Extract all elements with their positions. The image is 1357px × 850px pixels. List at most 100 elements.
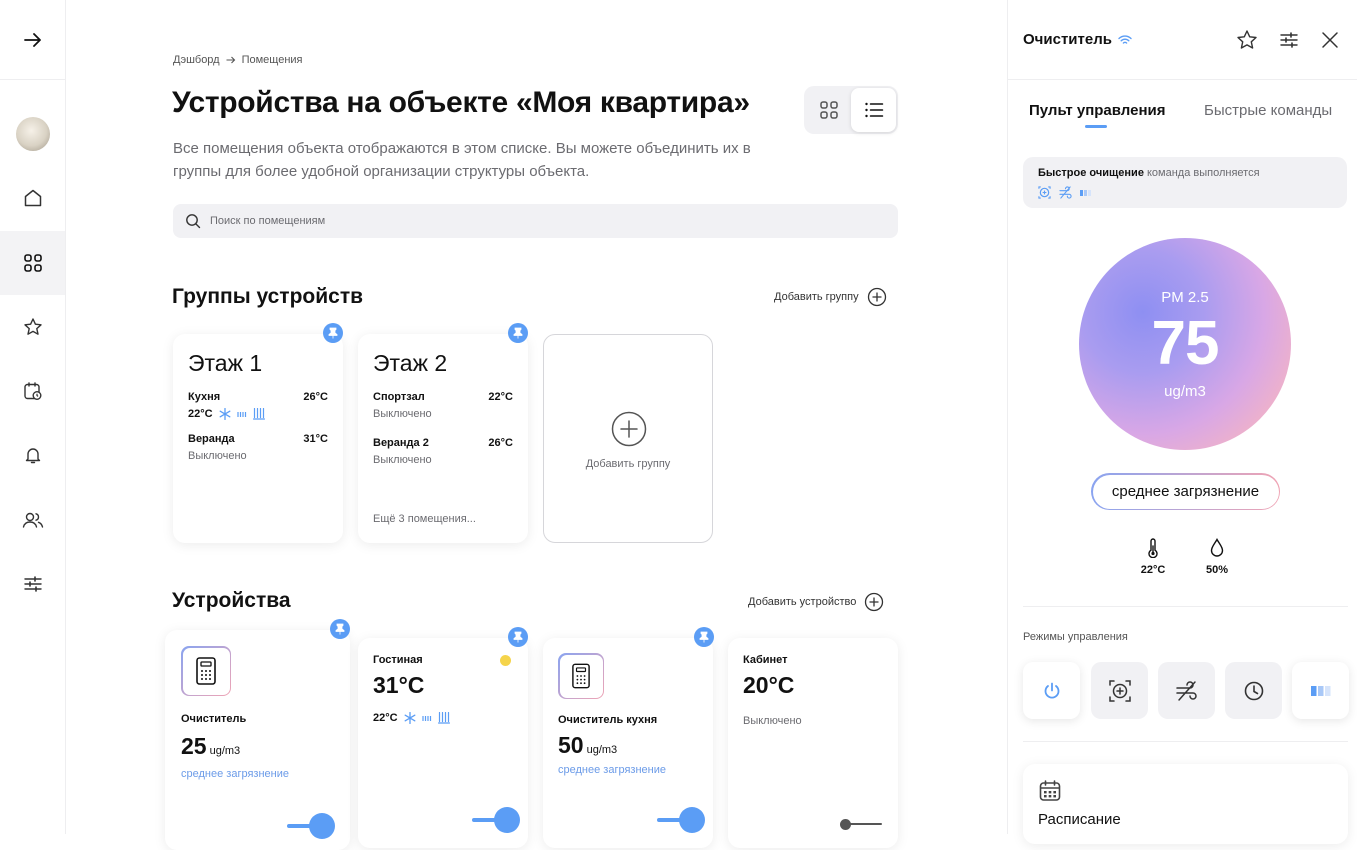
nav-settings[interactable] (0, 552, 65, 616)
page-description: Все помещения объекта отображаются в это… (173, 140, 751, 180)
arrow-right-icon (23, 33, 41, 47)
fan-speed-icon (1310, 685, 1330, 696)
device-status: среднее загрязнение (181, 768, 289, 780)
devices-heading: Устройства (172, 589, 291, 612)
device-toggle[interactable] (834, 811, 882, 837)
room-current-temp: 22°C (188, 408, 213, 420)
view-toggle (804, 86, 898, 134)
pin-icon (513, 327, 523, 339)
favorite-button[interactable] (1235, 28, 1259, 52)
device-unit: ug/m3 (586, 744, 618, 756)
room-temp: 22°C (488, 391, 513, 403)
more-rooms-link[interactable]: Ещё 3 помещения... (373, 513, 476, 525)
wind-off-mode-button[interactable] (1158, 662, 1215, 719)
breadcrumb: Дэшборд Помещения (173, 54, 303, 66)
search-input[interactable] (210, 215, 810, 227)
snowflake-icon (219, 408, 231, 420)
schedule-card[interactable]: Расписание (1023, 764, 1348, 844)
room-name: Кухня (188, 391, 221, 403)
add-group-card[interactable]: Добавить группу (543, 334, 713, 543)
list-icon (864, 102, 883, 118)
nav-favorites[interactable] (0, 295, 65, 359)
add-group-label: Добавить группу (774, 291, 859, 303)
drop-icon (1210, 538, 1224, 557)
pollution-label: среднее загрязнение (1092, 474, 1279, 509)
power-icon (1044, 682, 1059, 699)
page-title: Устройства на объекте «Моя квартира» (172, 86, 750, 119)
device-card[interactable]: Кабинет 20°C Выключено (728, 638, 898, 848)
panel-title-text: Очиститель (1023, 31, 1112, 48)
status-dot (500, 655, 511, 666)
list-view-button[interactable] (851, 88, 896, 132)
main-content: Дэшборд Помещения Устройства на объекте … (66, 0, 1007, 850)
device-name: Гостиная (373, 654, 423, 666)
device-panel: Очиститель Пульт управления Быстрые кома… (1007, 0, 1357, 844)
purifier-icon (196, 657, 216, 685)
device-name: Очиститель (181, 713, 247, 725)
pin-icon (335, 623, 345, 635)
tab-quick-commands[interactable]: Быстрые команды (1204, 102, 1332, 119)
pin-badge[interactable] (694, 627, 714, 647)
star-icon (23, 318, 42, 335)
pin-icon (513, 631, 523, 643)
add-group-link[interactable]: Добавить группу (774, 287, 887, 307)
breadcrumb-home[interactable]: Дэшборд (173, 54, 220, 66)
device-toggle[interactable] (657, 807, 705, 833)
power-mode-button[interactable] (1023, 662, 1080, 719)
tab-remote[interactable]: Пульт управления (1029, 102, 1166, 119)
wind-off-icon (1175, 680, 1197, 701)
quick-command-label: Быстрое очищение (1038, 167, 1144, 179)
close-button[interactable] (1318, 28, 1342, 52)
modes-label: Режимы управления (1023, 631, 1128, 643)
settings-button[interactable] (1277, 28, 1301, 52)
pin-badge[interactable] (508, 323, 528, 343)
purifier-icon-box (558, 653, 604, 699)
expand-button[interactable] (0, 8, 65, 72)
device-card[interactable]: Очиститель кухня 50 ug/m3 среднее загрязн… (543, 638, 713, 848)
breadcrumb-current: Помещения (241, 54, 303, 66)
timer-mode-button[interactable] (1225, 662, 1282, 719)
purifier-icon-box (181, 646, 231, 696)
humidity-value: 50% (1205, 564, 1229, 576)
device-name: Кабинет (743, 654, 788, 666)
device-toggle[interactable] (472, 807, 520, 833)
avatar[interactable] (0, 102, 65, 166)
group-card[interactable]: Этаж 2 Спортзал 22°C Выключено Веранда 2 2… (358, 334, 528, 543)
sliders-icon (1280, 32, 1298, 48)
device-card[interactable]: Очиститель 25 ug/m3 среднее загрязнение (165, 630, 350, 850)
fan-speed-button[interactable] (1292, 662, 1349, 719)
avatar-image (15, 117, 50, 151)
device-value: 31°C (373, 672, 425, 698)
grid-view-button[interactable] (806, 88, 851, 132)
device-name: Очиститель кухня (558, 714, 658, 726)
sliders-icon (23, 576, 42, 592)
pm-unit: ug/m3 (1164, 383, 1206, 400)
heater-icon (437, 712, 450, 724)
quick-command-state: команда выполняется (1147, 167, 1260, 179)
pin-badge[interactable] (508, 627, 528, 647)
nav-schedule[interactable] (0, 359, 65, 423)
device-value: 50 ug/m3 (558, 732, 618, 758)
pin-badge[interactable] (330, 619, 350, 639)
group-title: Этаж 2 (373, 350, 448, 376)
auto-mode-button[interactable] (1091, 662, 1148, 719)
wind-off-icon (1059, 186, 1072, 199)
humidity-metric: 50% (1197, 538, 1237, 576)
room-temp: 26°C (488, 437, 513, 449)
add-device-link[interactable]: Добавить устройство (748, 592, 884, 612)
snowflake-icon (404, 712, 416, 724)
pin-badge[interactable] (323, 323, 343, 343)
nav-devices[interactable] (0, 231, 65, 295)
star-icon (1237, 30, 1257, 49)
group-card[interactable]: Этаж 1 Кухня 26°C 22°C Веранда 31°C Выключ… (173, 334, 343, 543)
nav-notifications[interactable] (0, 423, 65, 487)
device-toggle[interactable] (287, 813, 335, 839)
device-status: среднее загрязнение (558, 764, 666, 776)
plus-circle-icon (867, 287, 886, 307)
device-card[interactable]: Гостиная 31°C 22°C (358, 638, 528, 848)
nav-home[interactable] (0, 166, 65, 230)
quick-command-status: Быстрое очищение команда выполняется (1023, 157, 1347, 208)
fan-speed-icon (421, 716, 431, 721)
nav-users[interactable] (0, 488, 65, 552)
device-details: 22°C (373, 712, 450, 724)
